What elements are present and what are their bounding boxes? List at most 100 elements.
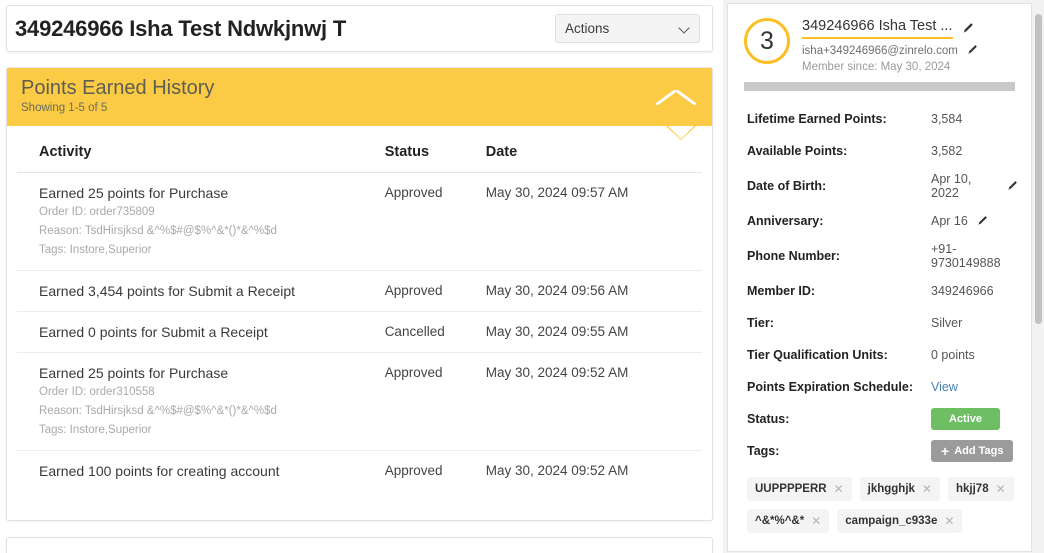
detail-row-status: Status: Active [740, 403, 1019, 435]
activity-status: Approved [378, 352, 480, 451]
remove-tag-icon[interactable]: ✕ [944, 514, 954, 528]
reward-history-card[interactable]: Reward History [6, 537, 713, 553]
plus-icon: + [941, 442, 950, 459]
detail-row-tags: Tags: + Add Tags [740, 435, 1019, 467]
chevron-down-icon [680, 24, 690, 34]
tag-label: ^&*%^&* [755, 515, 805, 527]
detail-row-tier-qualification-units: Tier Qualification Units: 0 points [740, 339, 1019, 371]
remove-tag-icon[interactable]: ✕ [996, 482, 1006, 496]
detail-value: Apr 16 [931, 214, 968, 228]
member-email: isha+349246966@zinrelo.com [802, 44, 958, 57]
tier-badge: 3 [744, 18, 790, 64]
detail-row-available-points: Available Points: 3,582 [740, 135, 1019, 167]
table-row: Earned 100 points for creating account A… [17, 451, 702, 492]
points-expiration-view-link[interactable]: View [931, 380, 958, 394]
edit-date-of-birth-pencil-icon[interactable] [1006, 180, 1019, 193]
detail-row-member-id: Member ID: 349246966 [740, 275, 1019, 307]
main-content: 349246966 Isha Test Ndwkjnwj T Actions P… [0, 0, 723, 553]
activity-title: Earned 25 points for Purchase [39, 365, 229, 381]
activity-reason: Reason: TsdHirsjksd &^%$#@$%^&*()*&^%$d [39, 225, 277, 237]
member-identity: 349246966 Isha Test ... isha+349246966@z… [802, 16, 979, 73]
activity-order-id: Order ID: order735809 [39, 206, 155, 218]
detail-value: Silver [931, 316, 963, 330]
page-title: 349246966 Isha Test Ndwkjnwj T [15, 15, 347, 41]
page-title-card: 349246966 Isha Test Ndwkjnwj T Actions [6, 5, 713, 52]
detail-label: Lifetime Earned Points: [747, 112, 887, 126]
actions-dropdown-label: Actions [565, 21, 610, 36]
tag-label: hkjj78 [955, 483, 989, 495]
member-name-row: 349246966 Isha Test ... [802, 18, 979, 39]
detail-row-tier: Tier: Silver [740, 307, 1019, 339]
member-email-row: isha+349246966@zinrelo.com [802, 44, 979, 57]
tags-list: UUPPPPERR ✕ jkhgghjk ✕ hkjj78 ✕ ^&*%^&* … [740, 467, 1019, 533]
activity-tags: Tags: Instore,Superior [39, 424, 152, 436]
status-label: Status: [747, 412, 790, 426]
tag-chip[interactable]: UUPPPPERR ✕ [747, 477, 852, 501]
activity-date: May 30, 2024 09:55 AM [479, 311, 702, 353]
status-badge[interactable]: Active [931, 408, 1001, 430]
edit-name-pencil-icon[interactable] [961, 22, 974, 35]
detail-value: 3,582 [931, 144, 963, 158]
activity-title: Earned 25 points for Purchase [39, 185, 229, 201]
remove-tag-icon[interactable]: ✕ [922, 482, 932, 496]
table-row: Earned 0 points for Submit a Receipt Can… [17, 311, 702, 353]
member-sidebar-inner: 3 349246966 Isha Test ... isha+349246966… [727, 3, 1032, 552]
detail-label: Available Points: [747, 144, 848, 158]
chevron-up-icon[interactable] [656, 86, 696, 108]
detail-label: Points Expiration Schedule: [747, 380, 913, 394]
activity-status: Approved [378, 270, 480, 312]
detail-label: Member ID: [747, 284, 816, 298]
member-name[interactable]: 349246966 Isha Test ... [802, 18, 953, 39]
activity-date: May 30, 2024 09:57 AM [479, 172, 702, 271]
actions-dropdown[interactable]: Actions [555, 14, 700, 43]
edit-email-pencil-icon[interactable] [966, 44, 979, 57]
progress-bar [744, 82, 1015, 91]
detail-value: 0 points [931, 348, 975, 362]
activity-order-id: Order ID: order310558 [39, 386, 155, 398]
activity-title: Earned 100 points for creating account [39, 463, 280, 479]
activity-title: Earned 3,454 points for Submit a Receipt [39, 283, 296, 299]
points-earned-history-title: Points Earned History [21, 77, 215, 99]
column-header-activity: Activity [17, 126, 379, 173]
activity-date: May 30, 2024 09:52 AM [485, 463, 629, 478]
table-row: Earned 3,454 points for Submit a Receipt… [17, 270, 702, 312]
remove-tag-icon[interactable]: ✕ [834, 482, 844, 496]
points-earned-history-table: Activity Status Date Earned 25 points fo… [17, 126, 702, 491]
tag-chip[interactable]: campaign_c933e ✕ [837, 509, 963, 533]
detail-label: Tier Qualification Units: [747, 348, 888, 362]
detail-value: 3,584 [931, 112, 963, 126]
detail-row-lifetime-earned-points: Lifetime Earned Points: 3,584 [740, 103, 1019, 135]
column-header-status: Status [378, 126, 480, 173]
detail-label: Date of Birth: [747, 179, 827, 193]
member-sidebar: 3 349246966 Isha Test ... isha+349246966… [723, 0, 1044, 553]
tag-chip[interactable]: ^&*%^&* ✕ [747, 509, 830, 533]
remove-tag-icon[interactable]: ✕ [811, 514, 821, 528]
detail-value: Apr 10, 2022 [931, 172, 972, 200]
detail-value: +91-9730149888 [931, 242, 1001, 270]
tag-chip[interactable]: jkhgghjk ✕ [859, 477, 940, 501]
detail-value: 349246966 [931, 284, 994, 298]
points-earned-history-header: Points Earned History Showing 1-5 of 5 [7, 68, 712, 126]
edit-anniversary-pencil-icon[interactable] [976, 215, 989, 228]
table-body: Earned 25 points for Purchase Order ID: … [17, 172, 702, 492]
tag-chip[interactable]: hkjj78 ✕ [947, 477, 1014, 501]
activity-title: Earned 0 points for Submit a Receipt [39, 324, 268, 340]
points-earned-history-showing: Showing 1-5 of 5 [21, 102, 108, 114]
detail-row-phone-number: Phone Number: +91-9730149888 [740, 237, 1019, 275]
activity-status: Cancelled [378, 311, 480, 353]
activity-reason: Reason: TsdHirsjksd &^%$#@$%^&*()*&^%$d [39, 405, 277, 417]
tag-label: jkhgghjk [867, 483, 915, 495]
sidebar-scrollbar-thumb[interactable] [1035, 14, 1042, 324]
points-earned-history-table-wrap: Activity Status Date Earned 25 points fo… [7, 126, 712, 519]
member-header: 3 349246966 Isha Test ... isha+349246966… [740, 14, 1019, 73]
tag-label: UUPPPPERR [755, 483, 827, 495]
detail-row-date-of-birth: Date of Birth: Apr 10, 2022 [740, 167, 1019, 205]
table-header-row: Activity Status Date [17, 126, 702, 173]
activity-tags: Tags: Instore,Superior [39, 244, 152, 256]
activity-date: May 30, 2024 09:56 AM [479, 270, 702, 312]
add-tags-label: Add Tags [954, 445, 1004, 457]
table-row: Earned 25 points for Purchase Order ID: … [17, 172, 702, 271]
detail-row-points-expiration-schedule: Points Expiration Schedule: View [740, 371, 1019, 403]
add-tags-button[interactable]: + Add Tags [931, 440, 1014, 462]
member-detail-screen: 349246966 Isha Test Ndwkjnwj T Actions P… [0, 0, 1044, 553]
